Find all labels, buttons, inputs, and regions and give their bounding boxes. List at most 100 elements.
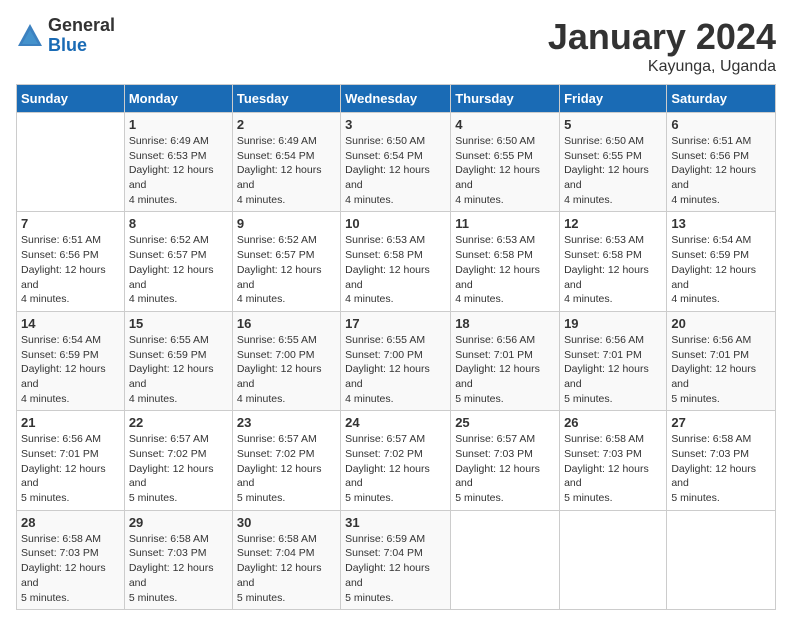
day-info: Sunrise: 6:58 AMSunset: 7:03 PMDaylight:… [564,432,662,505]
day-info: Sunrise: 6:53 AMSunset: 6:58 PMDaylight:… [564,233,662,306]
calendar-table: Sunday Monday Tuesday Wednesday Thursday… [16,84,776,610]
day-number: 2 [237,117,336,132]
calendar-cell: 13 Sunrise: 6:54 AMSunset: 6:59 PMDaylig… [667,212,776,311]
calendar-cell: 29 Sunrise: 6:58 AMSunset: 7:03 PMDaylig… [124,510,232,609]
day-info: Sunrise: 6:51 AMSunset: 6:56 PMDaylight:… [21,233,120,306]
day-info: Sunrise: 6:58 AMSunset: 7:03 PMDaylight:… [21,532,120,605]
header-thursday: Thursday [451,85,560,113]
header-wednesday: Wednesday [341,85,451,113]
calendar-week-3: 14 Sunrise: 6:54 AMSunset: 6:59 PMDaylig… [17,311,776,410]
calendar-week-4: 21 Sunrise: 6:56 AMSunset: 7:01 PMDaylig… [17,411,776,510]
day-number: 18 [455,316,555,331]
calendar-cell: 18 Sunrise: 6:56 AMSunset: 7:01 PMDaylig… [451,311,560,410]
day-number: 26 [564,415,662,430]
header-monday: Monday [124,85,232,113]
header-sunday: Sunday [17,85,125,113]
day-info: Sunrise: 6:55 AMSunset: 7:00 PMDaylight:… [345,333,446,406]
day-info: Sunrise: 6:52 AMSunset: 6:57 PMDaylight:… [237,233,336,306]
page-header: General Blue January 2024 Kayunga, Ugand… [16,16,776,76]
day-info: Sunrise: 6:55 AMSunset: 7:00 PMDaylight:… [237,333,336,406]
calendar-cell: 15 Sunrise: 6:55 AMSunset: 6:59 PMDaylig… [124,311,232,410]
day-number: 21 [21,415,120,430]
calendar-cell: 19 Sunrise: 6:56 AMSunset: 7:01 PMDaylig… [560,311,667,410]
day-number: 15 [129,316,228,331]
calendar-cell: 25 Sunrise: 6:57 AMSunset: 7:03 PMDaylig… [451,411,560,510]
calendar-cell: 3 Sunrise: 6:50 AMSunset: 6:54 PMDayligh… [341,113,451,212]
day-number: 7 [21,216,120,231]
calendar-cell [451,510,560,609]
day-info: Sunrise: 6:53 AMSunset: 6:58 PMDaylight:… [455,233,555,306]
calendar-cell: 4 Sunrise: 6:50 AMSunset: 6:55 PMDayligh… [451,113,560,212]
calendar-cell: 27 Sunrise: 6:58 AMSunset: 7:03 PMDaylig… [667,411,776,510]
day-number: 28 [21,515,120,530]
day-info: Sunrise: 6:57 AMSunset: 7:03 PMDaylight:… [455,432,555,505]
calendar-cell: 21 Sunrise: 6:56 AMSunset: 7:01 PMDaylig… [17,411,125,510]
calendar-cell: 7 Sunrise: 6:51 AMSunset: 6:56 PMDayligh… [17,212,125,311]
calendar-cell [560,510,667,609]
calendar-cell: 12 Sunrise: 6:53 AMSunset: 6:58 PMDaylig… [560,212,667,311]
calendar-cell: 11 Sunrise: 6:53 AMSunset: 6:58 PMDaylig… [451,212,560,311]
day-number: 29 [129,515,228,530]
calendar-week-5: 28 Sunrise: 6:58 AMSunset: 7:03 PMDaylig… [17,510,776,609]
location-subtitle: Kayunga, Uganda [548,58,776,76]
day-number: 17 [345,316,446,331]
calendar-cell [17,113,125,212]
day-number: 11 [455,216,555,231]
day-number: 1 [129,117,228,132]
header-saturday: Saturday [667,85,776,113]
day-number: 24 [345,415,446,430]
day-info: Sunrise: 6:59 AMSunset: 7:04 PMDaylight:… [345,532,446,605]
day-number: 25 [455,415,555,430]
day-number: 6 [671,117,771,132]
day-number: 9 [237,216,336,231]
calendar-cell [667,510,776,609]
day-number: 23 [237,415,336,430]
day-info: Sunrise: 6:50 AMSunset: 6:55 PMDaylight:… [455,134,555,207]
day-info: Sunrise: 6:55 AMSunset: 6:59 PMDaylight:… [129,333,228,406]
day-info: Sunrise: 6:53 AMSunset: 6:58 PMDaylight:… [345,233,446,306]
day-info: Sunrise: 6:57 AMSunset: 7:02 PMDaylight:… [129,432,228,505]
calendar-cell: 24 Sunrise: 6:57 AMSunset: 7:02 PMDaylig… [341,411,451,510]
calendar-cell: 10 Sunrise: 6:53 AMSunset: 6:58 PMDaylig… [341,212,451,311]
calendar-cell: 31 Sunrise: 6:59 AMSunset: 7:04 PMDaylig… [341,510,451,609]
calendar-cell: 6 Sunrise: 6:51 AMSunset: 6:56 PMDayligh… [667,113,776,212]
calendar-cell: 2 Sunrise: 6:49 AMSunset: 6:54 PMDayligh… [232,113,340,212]
title-block: January 2024 Kayunga, Uganda [548,16,776,76]
calendar-week-2: 7 Sunrise: 6:51 AMSunset: 6:56 PMDayligh… [17,212,776,311]
day-number: 13 [671,216,771,231]
day-number: 12 [564,216,662,231]
day-info: Sunrise: 6:50 AMSunset: 6:55 PMDaylight:… [564,134,662,207]
day-info: Sunrise: 6:56 AMSunset: 7:01 PMDaylight:… [455,333,555,406]
calendar-cell: 9 Sunrise: 6:52 AMSunset: 6:57 PMDayligh… [232,212,340,311]
day-number: 10 [345,216,446,231]
calendar-cell: 26 Sunrise: 6:58 AMSunset: 7:03 PMDaylig… [560,411,667,510]
calendar-cell: 28 Sunrise: 6:58 AMSunset: 7:03 PMDaylig… [17,510,125,609]
day-info: Sunrise: 6:52 AMSunset: 6:57 PMDaylight:… [129,233,228,306]
day-number: 16 [237,316,336,331]
day-info: Sunrise: 6:57 AMSunset: 7:02 PMDaylight:… [345,432,446,505]
day-info: Sunrise: 6:56 AMSunset: 7:01 PMDaylight:… [671,333,771,406]
calendar-cell: 17 Sunrise: 6:55 AMSunset: 7:00 PMDaylig… [341,311,451,410]
day-number: 22 [129,415,228,430]
calendar-cell: 16 Sunrise: 6:55 AMSunset: 7:00 PMDaylig… [232,311,340,410]
logo-icon [16,22,44,50]
day-info: Sunrise: 6:58 AMSunset: 7:03 PMDaylight:… [671,432,771,505]
day-number: 31 [345,515,446,530]
header-friday: Friday [560,85,667,113]
calendar-cell: 20 Sunrise: 6:56 AMSunset: 7:01 PMDaylig… [667,311,776,410]
day-info: Sunrise: 6:54 AMSunset: 6:59 PMDaylight:… [671,233,771,306]
logo: General Blue [16,16,115,56]
day-number: 14 [21,316,120,331]
day-number: 4 [455,117,555,132]
day-info: Sunrise: 6:49 AMSunset: 6:53 PMDaylight:… [129,134,228,207]
day-number: 3 [345,117,446,132]
calendar-week-1: 1 Sunrise: 6:49 AMSunset: 6:53 PMDayligh… [17,113,776,212]
header-row: Sunday Monday Tuesday Wednesday Thursday… [17,85,776,113]
day-info: Sunrise: 6:54 AMSunset: 6:59 PMDaylight:… [21,333,120,406]
month-title: January 2024 [548,16,776,58]
day-number: 19 [564,316,662,331]
day-info: Sunrise: 6:57 AMSunset: 7:02 PMDaylight:… [237,432,336,505]
calendar-cell: 22 Sunrise: 6:57 AMSunset: 7:02 PMDaylig… [124,411,232,510]
day-number: 8 [129,216,228,231]
calendar-cell: 23 Sunrise: 6:57 AMSunset: 7:02 PMDaylig… [232,411,340,510]
